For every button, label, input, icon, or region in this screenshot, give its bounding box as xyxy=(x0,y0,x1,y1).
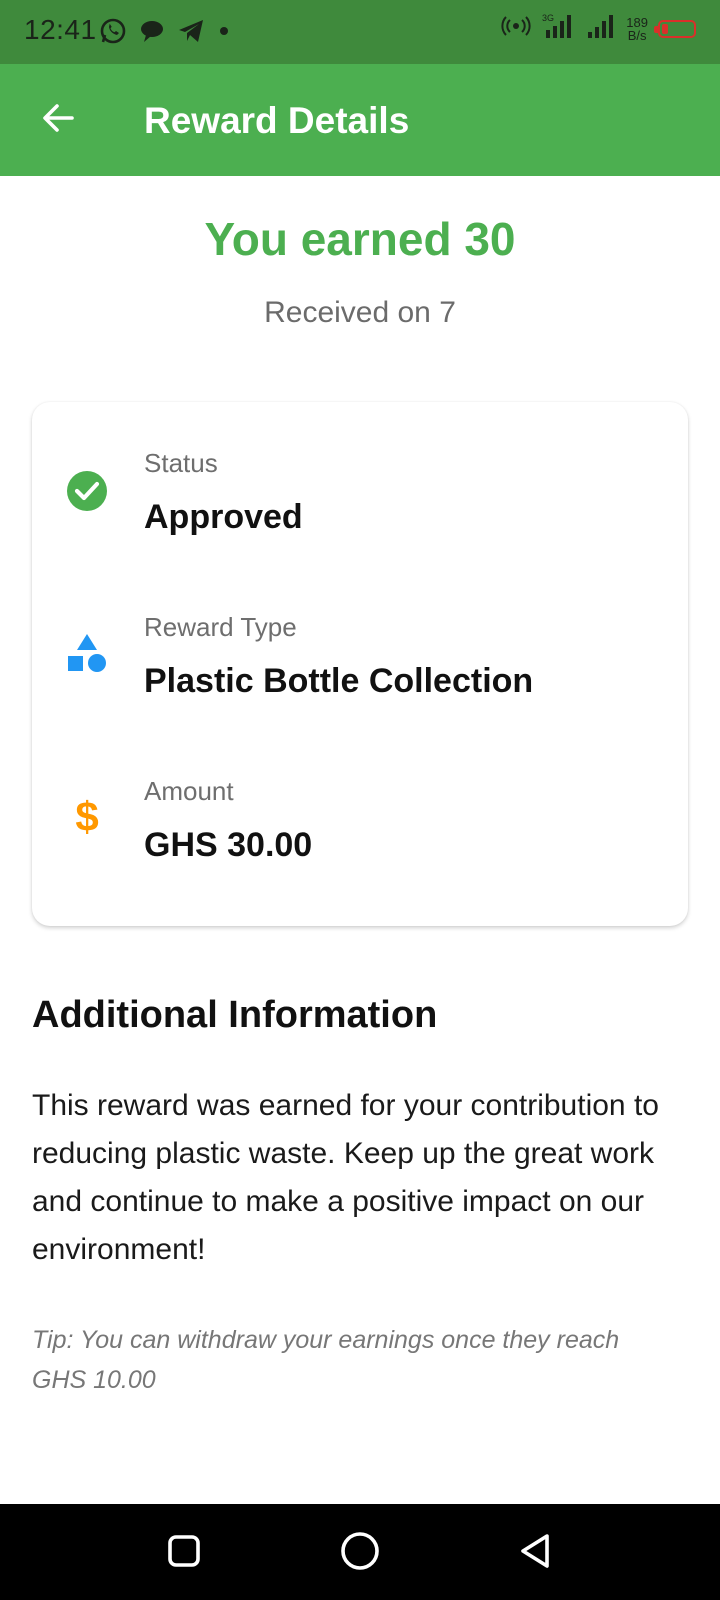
network-speed: 189 B/s xyxy=(626,16,648,42)
withdraw-tip: Tip: You can withdraw your earnings once… xyxy=(32,1326,620,1394)
app-bar: Reward Details xyxy=(0,64,720,176)
reward-details-card: Status Approved Reward Type Plastic Bott… xyxy=(32,402,688,926)
more-dot-icon xyxy=(216,23,232,44)
battery-icon xyxy=(654,19,696,38)
whatsapp-icon xyxy=(98,16,128,51)
signal-3g-icon: 3G xyxy=(542,12,576,45)
recents-button[interactable] xyxy=(159,1528,209,1578)
check-circle-icon xyxy=(66,470,108,512)
telegram-icon xyxy=(176,16,206,51)
amount-value: GHS 30.00 xyxy=(144,826,313,864)
network-speed-unit: B/s xyxy=(627,27,647,43)
signal-icon xyxy=(586,12,616,45)
hotspot-icon xyxy=(500,14,532,43)
system-nav-bar xyxy=(0,1504,720,1600)
dollar-icon: $ xyxy=(66,794,108,836)
circle-icon xyxy=(340,1531,380,1576)
detail-row-reward-type: Reward Type Plastic Bottle Collection xyxy=(32,602,688,722)
system-indicators: 3G 189 B/s xyxy=(500,12,696,45)
earned-heading: You earned 30 xyxy=(204,213,516,265)
reward-type-label: Reward Type xyxy=(144,612,297,642)
status-value: Approved xyxy=(144,498,303,536)
detail-row-amount: $ Amount GHS 30.00 xyxy=(32,766,688,886)
page-title: Reward Details xyxy=(144,100,410,141)
triangle-back-icon xyxy=(517,1532,555,1575)
category-shapes-icon xyxy=(66,632,108,674)
network-speed-value: 189 xyxy=(626,14,648,30)
received-date: Received on 7 xyxy=(264,296,456,329)
additional-info-title: Additional Information xyxy=(32,994,438,1036)
notification-icons xyxy=(98,16,232,51)
amount-label: Amount xyxy=(144,776,234,806)
chat-icon xyxy=(138,17,166,50)
status-label: Status xyxy=(144,448,218,478)
detail-row-status: Status Approved xyxy=(32,438,688,558)
svg-text:$: $ xyxy=(75,794,98,836)
additional-info-body: This reward was earned for your contribu… xyxy=(32,1089,659,1266)
square-icon xyxy=(166,1533,202,1574)
arrow-left-icon xyxy=(40,100,76,141)
svg-text:3G: 3G xyxy=(542,13,554,23)
reward-type-value: Plastic Bottle Collection xyxy=(144,662,534,700)
back-nav-button[interactable] xyxy=(511,1528,561,1578)
back-button[interactable] xyxy=(30,92,86,148)
status-bar: 12:41 3G 189 B/s xyxy=(0,0,720,64)
home-button[interactable] xyxy=(335,1528,385,1578)
status-time: 12:41 xyxy=(24,14,97,45)
